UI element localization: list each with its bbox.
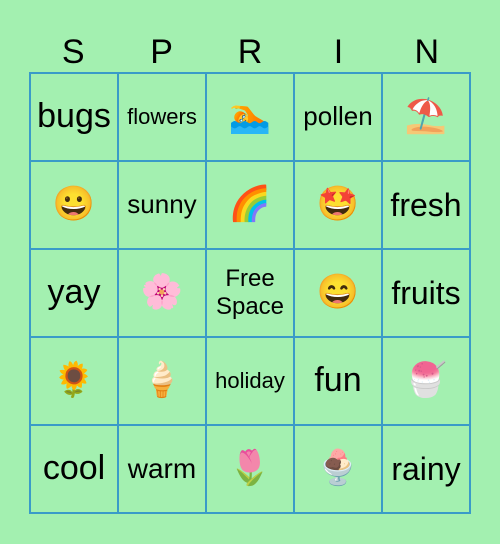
bingo-cell[interactable]: 🌸 (118, 249, 206, 337)
cell-text: sunny (127, 189, 197, 220)
star-struck-icon: 🤩 (316, 185, 360, 224)
beach-umbrella-icon: ⛱️ (404, 97, 448, 136)
bingo-cell[interactable]: pollen (294, 73, 382, 161)
bingo-cell[interactable]: 🏊 (206, 73, 294, 161)
bingo-cell[interactable]: cool (30, 425, 118, 513)
bingo-cell[interactable]: bugs (30, 73, 118, 161)
bingo-cell[interactable]: 🌈 (206, 161, 294, 249)
cell-text: yay (47, 273, 101, 312)
header-letter: P (150, 33, 173, 71)
cell-text: cool (42, 449, 106, 488)
ice-cream-sundae-icon: 🍨 (316, 449, 360, 488)
cell-text: fresh (390, 186, 462, 223)
swimmer-icon: 🏊 (228, 97, 272, 136)
cell-text: fruits (391, 274, 461, 311)
bingo-cell[interactable]: 🍦 (118, 337, 206, 425)
bingo-cell[interactable]: fun (294, 337, 382, 425)
cell-text: holiday (215, 368, 285, 394)
cherry-blossom-icon: 🌸 (140, 273, 184, 312)
bingo-cell[interactable]: warm (118, 425, 206, 513)
bingo-cell[interactable]: 🤩 (294, 161, 382, 249)
bingo-cell[interactable]: Free Space (206, 249, 294, 337)
cell-text: flowers (127, 104, 197, 130)
bingo-cell[interactable]: flowers (118, 73, 206, 161)
bingo-cell[interactable]: fresh (382, 161, 470, 249)
tulip-icon: 🌷 (228, 449, 272, 488)
bingo-cell[interactable]: yay (30, 249, 118, 337)
smiling-face-icon: 😄 (316, 273, 360, 312)
cell-text: pollen (303, 101, 373, 132)
bingo-cell[interactable]: rainy (382, 425, 470, 513)
header-letter: I (333, 33, 344, 71)
bingo-cell[interactable]: fruits (382, 249, 470, 337)
grinning-face-icon: 😀 (52, 185, 96, 224)
cell-text: warm (127, 452, 197, 484)
bingo-header: SPRIN (29, 30, 471, 74)
bingo-cell[interactable]: 😀 (30, 161, 118, 249)
bingo-cell[interactable]: 🍧 (382, 337, 470, 425)
cell-text: bugs (37, 97, 111, 136)
soft-ice-cream-icon: 🍦 (140, 361, 184, 400)
cell-text: fun (314, 361, 362, 400)
shaved-ice-icon: 🍧 (404, 361, 448, 400)
bingo-grid: bugs flowers 🏊 pollen ⛱️ 😀 sunny 🌈 🤩 fresh yay 🌸 Fre… (29, 72, 471, 514)
bingo-cell[interactable]: holiday (206, 337, 294, 425)
header-letter: N (414, 33, 440, 71)
header-letter: R (237, 33, 263, 71)
bingo-cell[interactable]: 🌷 (206, 425, 294, 513)
rainbow-icon: 🌈 (228, 185, 272, 224)
bingo-cell[interactable]: 🍨 (294, 425, 382, 513)
header-letter: S (61, 33, 85, 71)
bingo-cell[interactable]: 🌻 (30, 337, 118, 425)
cell-text: rainy (391, 450, 461, 487)
bingo-cell[interactable]: sunny (118, 161, 206, 249)
cell-text: Free Space (215, 265, 285, 320)
bingo-cell[interactable]: 😄 (294, 249, 382, 337)
sunflower-icon: 🌻 (52, 361, 96, 400)
bingo-cell[interactable]: ⛱️ (382, 73, 470, 161)
